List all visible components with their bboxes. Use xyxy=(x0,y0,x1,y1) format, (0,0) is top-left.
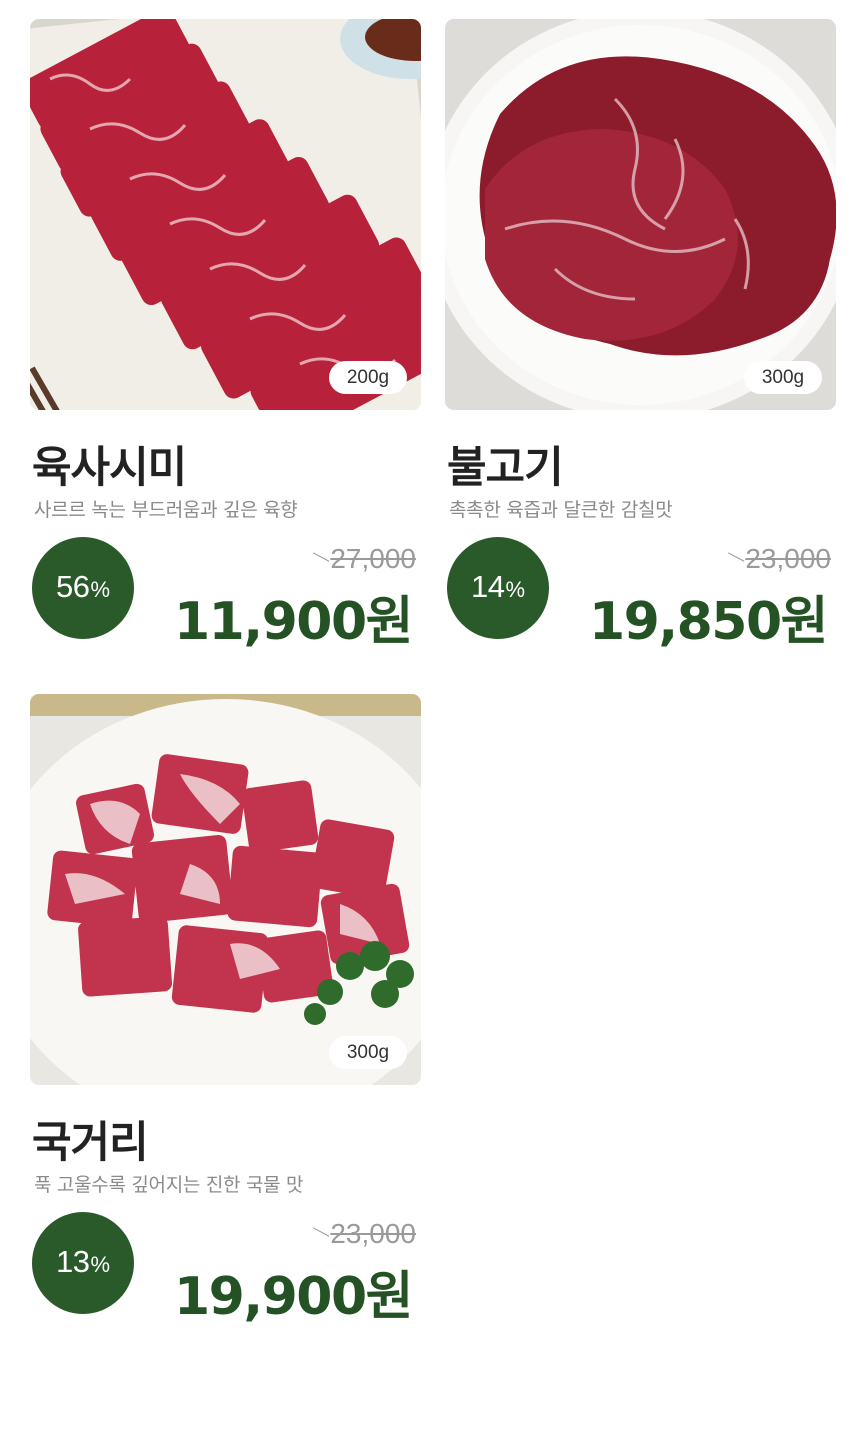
original-price-value: 27,000 xyxy=(330,543,416,574)
sale-price: 11,900원 xyxy=(173,592,414,652)
sale-price: 19,850원 xyxy=(588,592,829,652)
product-title[interactable]: 국거리 xyxy=(32,1108,149,1170)
product-image[interactable]: 200g xyxy=(30,19,421,410)
discount-badge: 13% xyxy=(32,1212,134,1314)
discount-value: 13 xyxy=(55,1244,90,1279)
product-image[interactable]: 300g xyxy=(445,19,836,410)
product-card[interactable]: 300g 불고기 촉촉한 육즙과 달큰한 감칠맛 14% 23,000 19,8… xyxy=(445,19,837,652)
product-card[interactable]: 300g 국거리 푹 고울수록 깊어지는 진한 국물 맛 13% 23,000 … xyxy=(30,694,422,1327)
original-price: 23,000 xyxy=(309,1218,416,1250)
discount-unit: % xyxy=(90,577,111,602)
product-description: 사르르 녹는 부드러움과 깊은 육향 xyxy=(34,499,298,521)
product-title[interactable]: 불고기 xyxy=(447,433,564,495)
discount-badge: 56% xyxy=(32,537,134,639)
original-price-value: 23,000 xyxy=(745,543,831,574)
discount-unit: % xyxy=(505,577,526,602)
original-price: 23,000 xyxy=(724,543,831,575)
sliced-beef-image xyxy=(30,19,421,410)
discount-badge: 14% xyxy=(447,537,549,639)
arrow-icon xyxy=(724,552,745,570)
discount-value: 14 xyxy=(470,569,505,604)
sale-price: 19,900원 xyxy=(173,1267,414,1327)
weight-badge: 300g xyxy=(744,361,822,394)
arrow-icon xyxy=(309,552,330,570)
product-card[interactable]: 200g 육사시미 사르르 녹는 부드러움과 깊은 육향 56% 27,000 … xyxy=(30,19,422,652)
product-description: 푹 고울수록 깊어지는 진한 국물 맛 xyxy=(34,1174,304,1196)
bulgogi-beef-image xyxy=(445,19,836,410)
discount-unit: % xyxy=(90,1252,111,1277)
original-price-value: 23,000 xyxy=(330,1218,416,1249)
product-image[interactable]: 300g xyxy=(30,694,421,1085)
original-price: 27,000 xyxy=(309,543,416,575)
cubed-beef-image xyxy=(30,694,421,1085)
weight-badge: 200g xyxy=(329,361,407,394)
discount-value: 56 xyxy=(55,569,90,604)
product-description: 촉촉한 육즙과 달큰한 감칠맛 xyxy=(449,499,673,521)
weight-badge: 300g xyxy=(329,1036,407,1069)
arrow-icon xyxy=(309,1227,330,1245)
product-title[interactable]: 육사시미 xyxy=(32,433,187,495)
